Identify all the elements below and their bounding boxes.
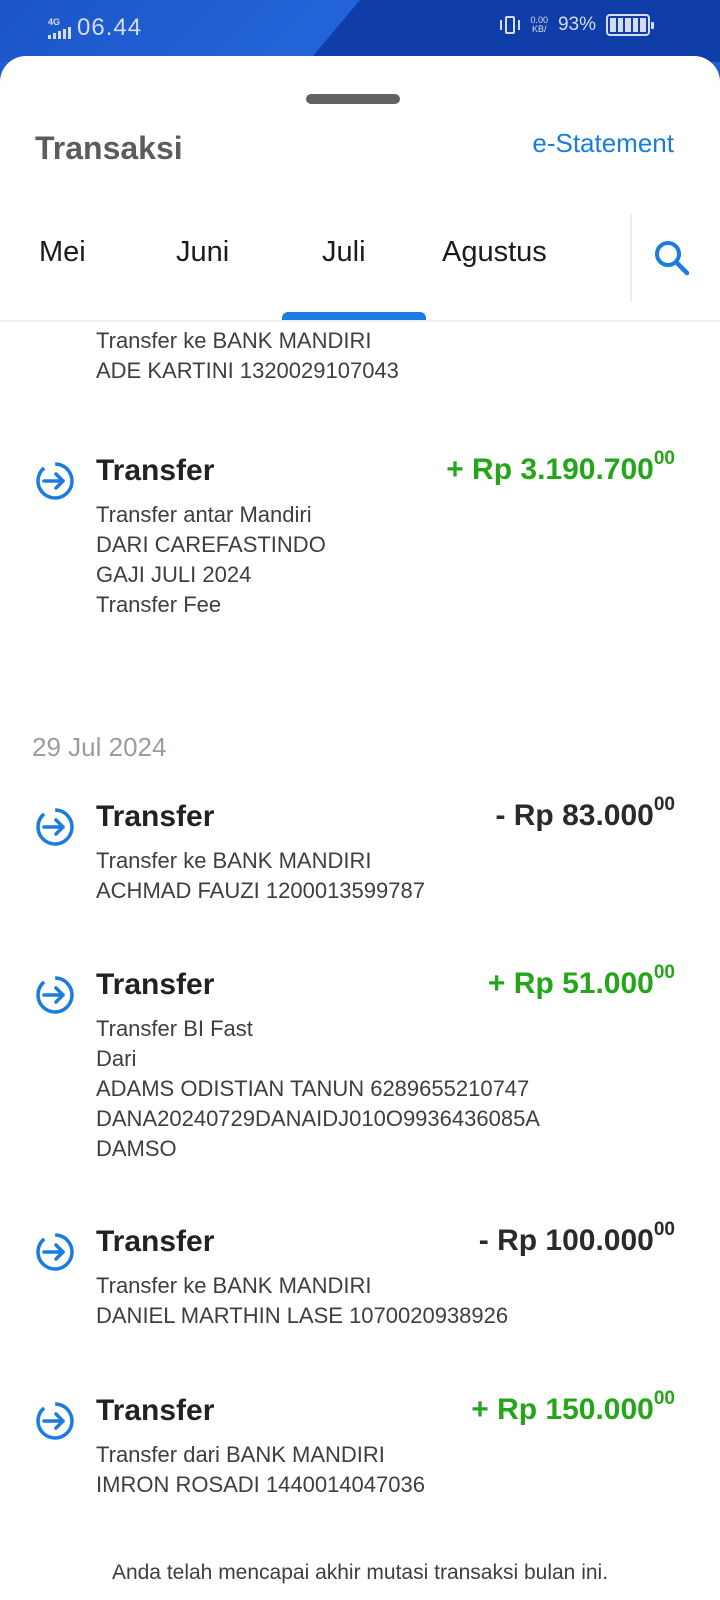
transaction-type: Transfer (96, 968, 215, 1001)
transfer-icon (36, 808, 74, 846)
status-right: 0.00 KB/ 93% (500, 14, 654, 36)
amount-cents: 00 (653, 448, 675, 469)
transaction-amount: + Rp 3.190.70000 (446, 448, 675, 487)
amount-value: + Rp 3.190.700 (446, 453, 654, 486)
amount-cents: 00 (653, 1219, 675, 1240)
active-tab-indicator (282, 312, 426, 320)
transaction-description: Transfer ke BANK MANDIRI DANIEL MARTHIN … (96, 1271, 508, 1331)
transaction-type: Transfer (96, 800, 215, 833)
description-line: IMRON ROSADI 1440014047036 (96, 1472, 425, 1497)
amount-value: + Rp 51.000 (487, 967, 654, 1000)
description-line: DANIEL MARTHIN LASE 1070020938926 (96, 1303, 509, 1328)
network-type: 4G (48, 16, 61, 27)
amount-value: + Rp 150.000 (471, 1393, 654, 1426)
transactions-sheet: Transaksi e-Statement Mei Juni Juli Agus… (0, 56, 720, 1600)
battery-icon (606, 14, 654, 36)
amount-cents: 00 (653, 794, 675, 815)
end-of-list-note: Anda telah mencapai akhir mutasi transak… (111, 1561, 609, 1584)
transfer-icon (36, 1233, 74, 1271)
description-line: Transfer dari BANK MANDIRI (96, 1442, 385, 1467)
tabs-underline (0, 320, 720, 322)
e-statement-link[interactable]: e-Statement (532, 128, 674, 159)
transfer-icon (36, 1402, 74, 1440)
transaction-description: Transfer BI Fast Dari ADAMS ODISTIAN TAN… (96, 1014, 540, 1164)
transfer-icon (36, 462, 74, 500)
network-speed: 0.00 KB/ (530, 16, 548, 34)
vibrate-icon (500, 14, 521, 36)
description-line: ADAMS ODISTIAN TANUN 6289655210747 (96, 1076, 530, 1101)
date-header: 29 Jul 2024 (32, 732, 167, 762)
description-line: DANA20240729DANAIDJ010O9936436085A (96, 1106, 540, 1131)
transfer-icon (36, 976, 74, 1014)
description-line: Transfer ke BANK MANDIRI (96, 1273, 372, 1298)
transaction-type: Transfer (96, 1225, 215, 1258)
amount-cents: 00 (653, 1388, 675, 1409)
description-line: Transfer ke BANK MANDIRI (96, 848, 372, 873)
tab-mei[interactable]: Mei (39, 236, 86, 269)
speed-unit: KB/ (531, 24, 547, 34)
status-bar: 4G 06.44 0.00 KB/ 93% (0, 0, 720, 62)
transaction-description: Transfer ke BANK MANDIRI ACHMAD FAUZI 12… (96, 846, 425, 906)
transaction-amount: + Rp 150.00000 (471, 1388, 675, 1427)
battery-percent: 93% (557, 14, 596, 35)
month-tabs: Mei Juni Juli Agustus (0, 214, 720, 322)
page-title: Transaksi (35, 130, 183, 166)
description-line: Transfer antar Mandiri (96, 502, 312, 527)
search-button[interactable] (650, 236, 694, 280)
description-line: Transfer ke BANK MANDIRI (96, 328, 372, 353)
tab-divider (630, 214, 632, 302)
description-line: ADE KARTINI 1320029107043 (96, 358, 399, 383)
description-line: GAJI JULI 2024 (96, 562, 252, 587)
clock: 06.44 (77, 14, 143, 41)
description-line: DARI CAREFASTINDO (96, 532, 326, 557)
transaction-amount: - Rp 83.00000 (495, 794, 675, 833)
transaction-amount: - Rp 100.00000 (478, 1219, 675, 1258)
tab-juni[interactable]: Juni (176, 236, 229, 269)
transaction-amount: + Rp 51.00000 (487, 962, 675, 1001)
signal-icon: 4G (48, 16, 71, 39)
transaction-description: Transfer antar Mandiri DARI CAREFASTINDO… (96, 500, 326, 620)
drag-handle[interactable] (306, 94, 400, 104)
transaction-description: Transfer dari BANK MANDIRI IMRON ROSADI … (96, 1440, 425, 1500)
description-line: DAMSO (96, 1136, 177, 1161)
tab-juli[interactable]: Juli (322, 236, 366, 269)
transaction-type: Transfer (96, 454, 215, 487)
description-line: ACHMAD FAUZI 1200013599787 (96, 878, 425, 903)
amount-value: - Rp 83.000 (495, 799, 654, 832)
description-line: Transfer Fee (96, 592, 222, 617)
status-left: 4G 06.44 (48, 14, 142, 42)
search-icon (655, 241, 690, 276)
tab-agustus[interactable]: Agustus (442, 236, 547, 269)
transaction-description: Transfer ke BANK MANDIRI ADE KARTINI 132… (96, 326, 399, 386)
transaction-type: Transfer (96, 1394, 215, 1427)
amount-value: - Rp 100.000 (478, 1224, 654, 1257)
amount-cents: 00 (653, 962, 675, 983)
description-line: Transfer BI Fast (96, 1016, 253, 1041)
description-line: Dari (96, 1046, 137, 1071)
